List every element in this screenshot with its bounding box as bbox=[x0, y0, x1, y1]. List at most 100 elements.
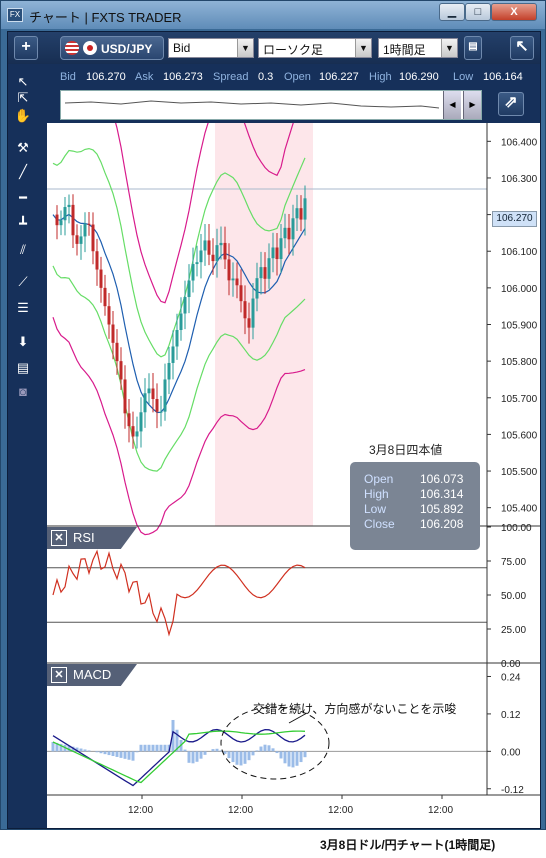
macd-hist-bar bbox=[203, 751, 207, 755]
macd-hist-bar bbox=[267, 745, 271, 752]
macd-hist-bar bbox=[187, 751, 191, 763]
macd-hist-bar bbox=[159, 744, 163, 752]
fibonacci-tool-icon[interactable]: ☰ bbox=[12, 298, 34, 318]
high-label: High bbox=[369, 71, 392, 83]
list-icon[interactable]: ▤ bbox=[12, 358, 34, 378]
minimize-button[interactable]: ▁ bbox=[439, 3, 465, 21]
candle-body bbox=[211, 254, 215, 262]
rsi-label: RSI bbox=[73, 530, 95, 545]
jp-flag-icon bbox=[83, 41, 97, 55]
chart-type-select[interactable]: ローソク足 ▼ bbox=[258, 38, 372, 58]
nav-right-handle[interactable]: ▶ bbox=[463, 91, 481, 119]
toolbar: + USD/JPY Bid ▼ ローソク足 ▼ 1時間足 ▼ ▤ ↖ bbox=[8, 32, 540, 64]
ask-label: Ask bbox=[135, 71, 154, 83]
candle-body bbox=[191, 264, 195, 281]
trendline-tool-icon[interactable]: ╱ bbox=[12, 162, 34, 182]
macd-hist-bar bbox=[123, 751, 127, 759]
macd-hist-bar bbox=[275, 751, 279, 754]
candle-body bbox=[131, 426, 135, 437]
undock-button[interactable]: ↖ bbox=[510, 36, 534, 60]
hammer-tool-icon[interactable]: ⚒ bbox=[12, 138, 34, 158]
chevron-down-icon: ▼ bbox=[441, 39, 457, 57]
candle-body bbox=[127, 413, 131, 427]
candle-body bbox=[279, 238, 283, 260]
y-tick-label: 106.100 bbox=[501, 247, 538, 258]
current-price-tag: 106.270 bbox=[492, 211, 537, 227]
close-label: Close bbox=[364, 517, 395, 531]
y-tick-label: 100.00 bbox=[501, 523, 532, 534]
candle-body bbox=[275, 247, 279, 260]
y-tick-label: 106.000 bbox=[501, 284, 538, 295]
candle-body bbox=[95, 251, 99, 270]
macd-hist-bar bbox=[183, 749, 187, 752]
y-tick-label: -0.12 bbox=[501, 785, 524, 796]
y-tick-label: 106.400 bbox=[501, 137, 538, 148]
maximize-button[interactable]: □ bbox=[465, 3, 491, 21]
open-label: Open bbox=[284, 71, 311, 83]
candle-body bbox=[187, 280, 191, 298]
chevron-down-icon: ▼ bbox=[237, 39, 253, 57]
y-tick-label: 0.24 bbox=[501, 672, 521, 683]
candle-body bbox=[291, 218, 295, 240]
window-title: チャート | FXTS TRADER bbox=[29, 10, 182, 25]
candle-body bbox=[123, 379, 127, 414]
nav-left-handle[interactable]: ◀ bbox=[443, 91, 461, 119]
camera-icon[interactable]: ◙ bbox=[12, 382, 34, 402]
candle-body bbox=[163, 379, 167, 412]
low-label: Low bbox=[453, 71, 474, 83]
fan-tool-icon[interactable]: ⟋ bbox=[12, 272, 34, 292]
download-icon[interactable]: ⬇ bbox=[12, 332, 34, 352]
candle-body bbox=[87, 223, 91, 225]
y-tick-label: 105.900 bbox=[501, 321, 538, 332]
candle-body bbox=[219, 242, 223, 246]
close-icon[interactable]: ✕ bbox=[51, 667, 67, 683]
symbol-selector[interactable]: USD/JPY bbox=[60, 36, 164, 60]
candle-body bbox=[99, 269, 103, 288]
timeframe-select[interactable]: 1時間足 ▼ bbox=[378, 38, 458, 58]
signal-line bbox=[52, 730, 306, 784]
macd-hist-bar bbox=[291, 751, 295, 768]
candle-body bbox=[75, 235, 79, 244]
macd-hist-bar bbox=[83, 749, 87, 752]
channel-tool-icon[interactable]: ⫽ bbox=[12, 240, 34, 260]
add-button[interactable]: + bbox=[14, 36, 38, 60]
close-button[interactable]: X bbox=[491, 3, 537, 21]
y-tick-label: 106.300 bbox=[501, 174, 538, 185]
candle-body bbox=[159, 411, 163, 413]
macd-hist-bar bbox=[143, 744, 147, 752]
spread-value: 0.3 bbox=[258, 71, 274, 83]
macd-hist-bar bbox=[283, 751, 287, 764]
close-icon[interactable]: ✕ bbox=[51, 530, 67, 546]
macd-hist-bar bbox=[99, 751, 103, 754]
candle-body bbox=[255, 278, 259, 299]
candle-body bbox=[303, 198, 307, 220]
navigator-line bbox=[64, 100, 440, 109]
candle-body bbox=[239, 285, 243, 302]
macd-hist-bar bbox=[135, 751, 139, 753]
low-value: 106.164 bbox=[483, 71, 523, 83]
macd-hist-bar bbox=[279, 751, 283, 759]
candle-body bbox=[115, 342, 119, 362]
y-tick-label: 105.800 bbox=[501, 357, 538, 368]
candle-body bbox=[111, 324, 115, 343]
macd-hist-bar bbox=[111, 751, 115, 757]
price-type-select[interactable]: Bid ▼ bbox=[168, 38, 254, 58]
hand-tool-icon[interactable]: ✋ bbox=[12, 106, 34, 126]
title-bar[interactable]: FX チャート | FXTS TRADER ▁ □ X bbox=[1, 1, 545, 29]
chart-area[interactable]: 106.400106.300106.200106.100106.000105.9… bbox=[47, 123, 540, 828]
candle-body bbox=[59, 220, 63, 226]
candle-body bbox=[267, 258, 271, 279]
hline-tool-icon[interactable]: ━ bbox=[12, 188, 34, 208]
low-label: Low bbox=[364, 502, 387, 516]
y-tick-label: 0.00 bbox=[501, 659, 521, 670]
candle-body bbox=[119, 361, 123, 380]
settings-icon[interactable]: ▤ bbox=[464, 36, 482, 60]
vline-tool-icon[interactable]: ┻ bbox=[12, 214, 34, 234]
crosshair-tool-icon[interactable]: ⇱ bbox=[12, 88, 34, 108]
macd-hist-bar bbox=[103, 751, 107, 755]
scroll-right-button[interactable]: ⇗ bbox=[498, 92, 524, 116]
candle-body bbox=[151, 388, 155, 400]
navigator-strip[interactable]: ◀ ▶ bbox=[60, 90, 482, 120]
macd-hist-bar bbox=[95, 751, 99, 753]
macd-hist-bar bbox=[51, 741, 55, 752]
